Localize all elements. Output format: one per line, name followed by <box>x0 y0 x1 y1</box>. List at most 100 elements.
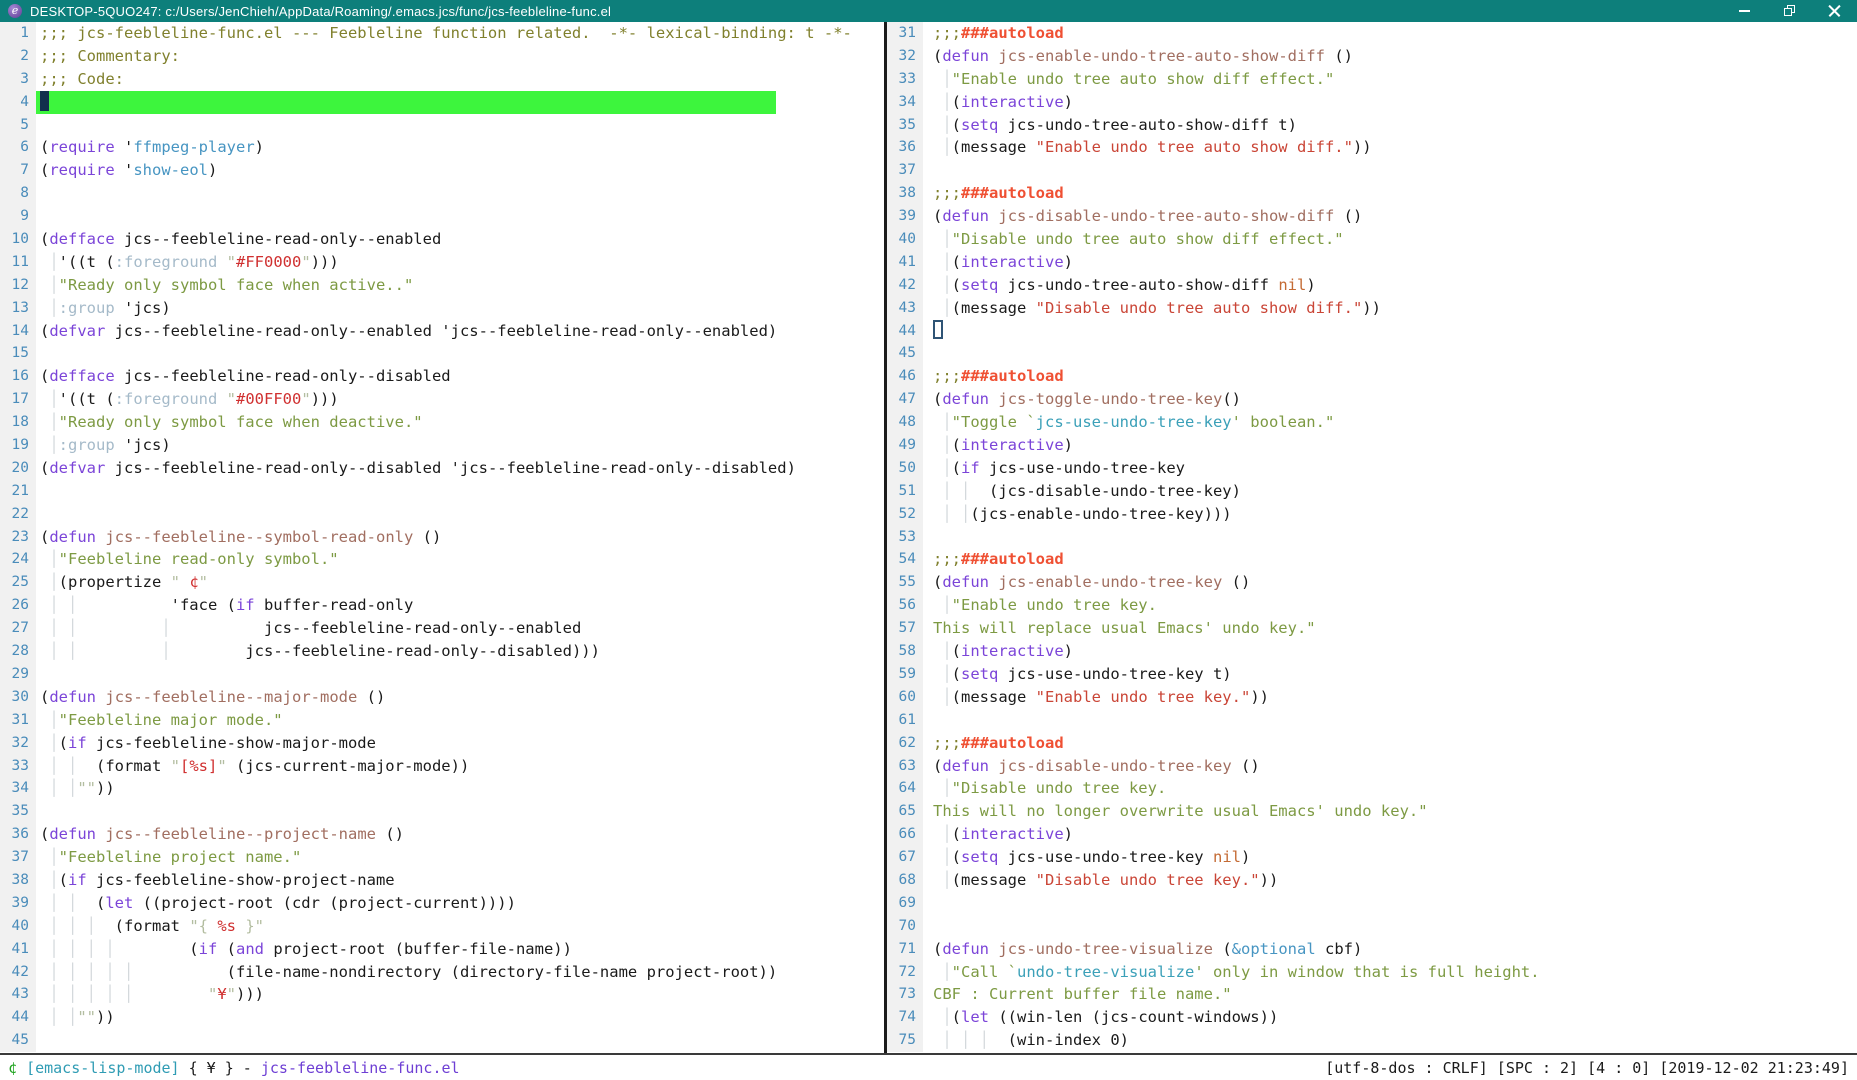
line-number: 31 <box>887 22 923 45</box>
code-segment: project-root (buffer-file-name)) <box>264 940 572 958</box>
titlebar[interactable]: e DESKTOP-5QUO247: c:/Users/JenChieh/App… <box>0 0 1857 22</box>
line-number: 7 <box>0 159 36 182</box>
code-text <box>923 320 1857 343</box>
restore-button[interactable] <box>1767 0 1812 22</box>
code-segment: (message <box>952 871 1036 889</box>
code-text: │"Enable undo tree auto show diff effect… <box>923 68 1857 91</box>
indent-guide: │ <box>933 665 952 683</box>
code-segment: "Toggle ` <box>952 413 1036 431</box>
code-segment: "Disable undo tree key." <box>1036 871 1260 889</box>
line-number: 40 <box>0 915 36 938</box>
code-segment <box>77 642 161 660</box>
code-text: (defun jcs-toggle-undo-tree-key() <box>923 388 1857 411</box>
code-text: ;;;###autoload <box>923 365 1857 388</box>
line-number: 15 <box>0 342 36 365</box>
code-segment: ¢ <box>189 573 198 591</box>
code-line: 31 │"Feebleline major mode." <box>0 709 884 732</box>
line-number: 63 <box>887 755 923 778</box>
code-text: │(interactive) <box>923 251 1857 274</box>
code-line: 21 <box>0 480 884 503</box>
code-segment: require <box>49 161 114 179</box>
code-line: 35 <box>0 800 884 823</box>
code-text: │(setq jcs-undo-tree-auto-show-diff t) <box>923 114 1857 137</box>
code-text: │(message "Disable undo tree auto show d… <box>923 297 1857 320</box>
line-number: 43 <box>887 297 923 320</box>
code-line: 4 <box>0 91 884 114</box>
indent-guide: │ │ <box>40 619 77 637</box>
code-segment: ) <box>1064 642 1073 660</box>
code-segment: jcs-feebleline-show-major-mode <box>87 734 376 752</box>
code-line: 38;;;###autoload <box>887 182 1857 205</box>
echo-segment: ¢ <box>8 1059 17 1077</box>
echo-segment <box>17 1059 26 1077</box>
line-number: 50 <box>887 457 923 480</box>
code-segment: (message <box>952 688 1036 706</box>
code-text: │"Feebleline read-only symbol." <box>36 548 884 571</box>
line-number: 48 <box>887 411 923 434</box>
code-segment: interactive <box>961 253 1064 271</box>
code-segment: " <box>171 757 180 775</box>
indent-guide: │ <box>933 230 952 248</box>
code-text: (defun jcs-enable-undo-tree-auto-show-di… <box>923 45 1857 68</box>
code-segment: ( <box>40 688 49 706</box>
code-line: 48 │"Toggle `jcs-use-undo-tree-key' bool… <box>887 411 1857 434</box>
line-number: 11 <box>0 251 36 274</box>
code-segment: jcs--feebleline-read-only--disabled))) <box>171 642 600 660</box>
code-segment: (propertize <box>59 573 171 591</box>
code-text: This will no longer overwrite usual Emac… <box>923 800 1857 823</box>
code-segment: (format <box>96 917 189 935</box>
indent-guide: │ <box>933 871 952 889</box>
editor-pane-left[interactable]: 1;;; jcs-feebleline-func.el --- Feebleli… <box>0 22 884 1053</box>
code-segment: nil <box>1213 848 1241 866</box>
code-segment: defun <box>942 940 989 958</box>
code-segment <box>96 528 105 546</box>
code-segment: () <box>1222 390 1241 408</box>
code-segment: defvar <box>49 322 105 340</box>
code-segment: defun <box>49 528 96 546</box>
code-line: 23(defun jcs--feebleline--symbol-read-on… <box>0 526 884 549</box>
code-line: 50 │(if jcs-use-undo-tree-key <box>887 457 1857 480</box>
line-number: 72 <box>887 961 923 984</box>
code-segment: ) <box>1306 276 1315 294</box>
line-number: 16 <box>0 365 36 388</box>
code-text: │ │ │ jcs--feebleline-read-only--enabled <box>36 617 884 640</box>
code-segment: ( <box>952 459 961 477</box>
code-text: │"Feebleline major mode." <box>36 709 884 732</box>
code-segment: ' <box>115 161 134 179</box>
line-number: 49 <box>887 434 923 457</box>
code-line: 59 │(setq jcs-use-undo-tree-key t) <box>887 663 1857 686</box>
code-text: ;;; Code: <box>36 68 884 91</box>
code-segment: let <box>961 1008 989 1026</box>
code-line: 32 │(if jcs-feebleline-show-major-mode <box>0 732 884 755</box>
code-segment: )) <box>1362 299 1381 317</box>
close-button[interactable] <box>1812 0 1857 22</box>
line-number: 66 <box>887 823 923 846</box>
code-text: (defvar jcs--feebleline-read-only--disab… <box>36 457 884 480</box>
code-line: 16(defface jcs--feebleline-read-only--di… <box>0 365 884 388</box>
code-segment: " <box>301 253 310 271</box>
code-line: 35 │(setq jcs-undo-tree-auto-show-diff t… <box>887 114 1857 137</box>
code-text: │"Call `undo-tree-visualize' only in win… <box>923 961 1857 984</box>
line-number: 45 <box>887 342 923 365</box>
line-number: 26 <box>0 594 36 617</box>
code-segment: " <box>227 253 236 271</box>
code-segment: ;;; <box>933 24 961 42</box>
line-number: 69 <box>887 892 923 915</box>
indent-guide: │ <box>40 711 59 729</box>
indent-guide: │ <box>40 871 59 889</box>
editor-pane-right[interactable]: 31;;;###autoload32(defun jcs-enable-undo… <box>887 22 1857 1053</box>
code-segment: ' boolean." <box>1232 413 1335 431</box>
code-segment: interactive <box>961 93 1064 111</box>
code-segment: defun <box>49 825 96 843</box>
code-line: 63(defun jcs-disable-undo-tree-key () <box>887 755 1857 778</box>
indent-guide: │ <box>40 734 59 752</box>
code-segment: jcs-toggle-undo-tree-key <box>998 390 1222 408</box>
code-segment: ( <box>952 1008 961 1026</box>
code-line: 40 │"Disable undo tree auto show diff ef… <box>887 228 1857 251</box>
code-segment: jcs-use-undo-tree-key <box>980 459 1185 477</box>
code-text: │ │ 'face (if buffer-read-only <box>36 594 884 617</box>
status-bar: ¢ [emacs-lisp-mode] { ¥ } - jcs-feebleli… <box>0 1053 1857 1080</box>
code-line: 13 │:group 'jcs) <box>0 297 884 320</box>
code-segment: () <box>376 825 404 843</box>
minimize-button[interactable] <box>1722 0 1767 22</box>
